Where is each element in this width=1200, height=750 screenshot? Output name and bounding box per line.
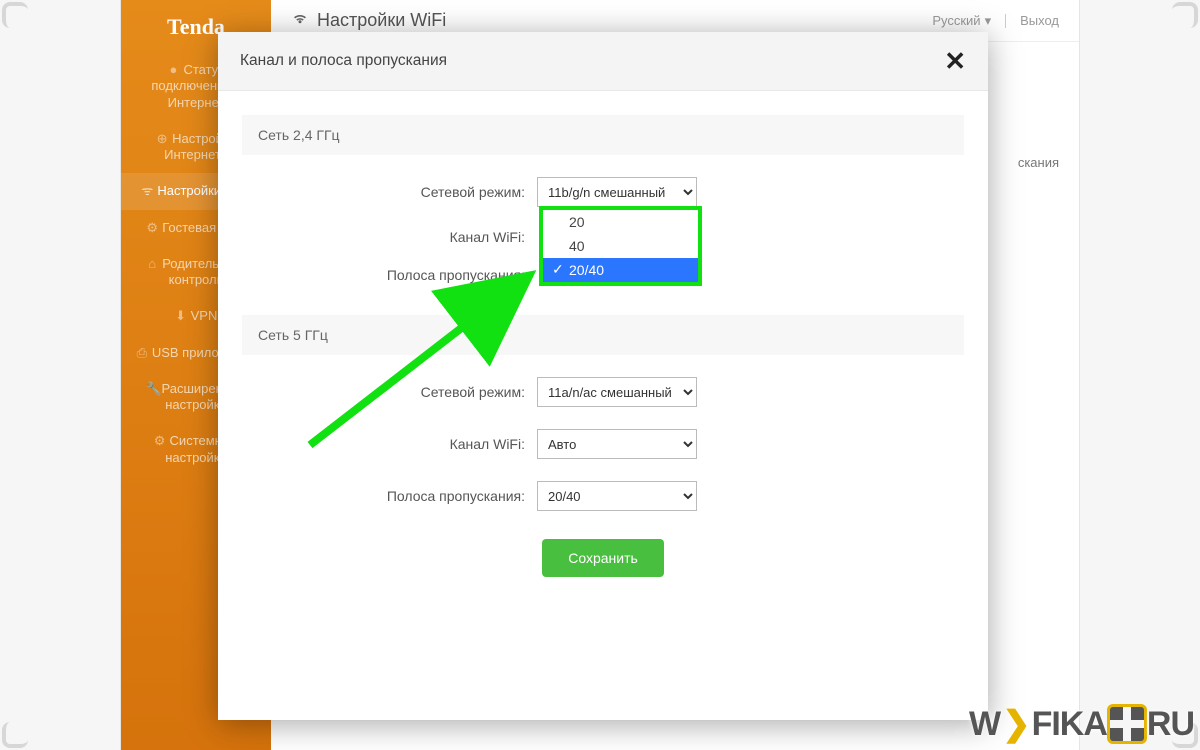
watermark: W❯FIKA RU — [969, 704, 1194, 744]
channel-bandwidth-modal: Канал и полоса пропускания ✕ Сеть 2,4 ГГ… — [218, 32, 988, 720]
language-selector[interactable]: Русский ▾ — [932, 13, 991, 29]
label-width-24: Полоса пропускания: — [242, 267, 537, 283]
label-width-5: Полоса пропускания: — [242, 488, 537, 504]
bandwidth-dropdown-open[interactable]: 204020/40 — [539, 206, 702, 286]
sidebar-icon: ⚙ — [146, 220, 158, 236]
dropdown-option[interactable]: 20 — [543, 210, 698, 234]
select-channel-5[interactable]: Авто — [537, 429, 697, 459]
row-mode-24: Сетевой режим: 11b/g/n смешанный — [242, 177, 964, 207]
label-mode-24: Сетевой режим: — [242, 184, 537, 200]
sidebar-icon: ⊕ — [156, 131, 168, 147]
label-channel-5: Канал WiFi: — [242, 436, 537, 452]
sidebar-icon: 🔧 — [145, 381, 157, 397]
dropdown-option[interactable]: 20/40 — [543, 258, 698, 282]
sidebar-icon: ● — [167, 62, 179, 78]
section-header-5ghz: Сеть 5 ГГц — [242, 315, 964, 355]
chevron-down-icon: ▾ — [985, 13, 992, 29]
sidebar-icon: ⬇ — [175, 308, 187, 324]
logout-link[interactable]: Выход — [1020, 13, 1059, 28]
page-title: Настройки WiFi — [317, 10, 446, 31]
sidebar-icon: ⌂ — [146, 256, 158, 272]
save-button[interactable]: Сохранить — [542, 539, 664, 577]
label-channel-24: Канал WiFi: — [242, 229, 537, 245]
dropdown-option[interactable]: 40 — [543, 234, 698, 258]
sidebar-item-label: VPN — [191, 308, 218, 323]
label-mode-5: Сетевой режим: — [242, 384, 537, 400]
sidebar-icon: ᯤ — [141, 183, 153, 199]
row-width-5: Полоса пропускания: 20/40 — [242, 481, 964, 511]
wifi-icon — [291, 9, 309, 32]
language-label: Русский — [932, 13, 980, 28]
divider — [1005, 14, 1006, 28]
sidebar-icon: ⎙ — [136, 345, 148, 361]
close-icon[interactable]: ✕ — [944, 48, 966, 74]
background-text-fragment: скания — [1018, 155, 1059, 170]
select-width-5[interactable]: 20/40 — [537, 481, 697, 511]
row-mode-5: Сетевой режим: 11a/n/ac смешанный — [242, 377, 964, 407]
select-mode-24[interactable]: 11b/g/n смешанный — [537, 177, 697, 207]
section-header-24ghz: Сеть 2,4 ГГц — [242, 115, 964, 155]
sidebar-icon: ⚙ — [154, 433, 166, 449]
qr-icon — [1109, 706, 1145, 742]
modal-title: Канал и полоса пропускания — [240, 52, 447, 70]
select-mode-5[interactable]: 11a/n/ac смешанный — [537, 377, 697, 407]
modal-header: Канал и полоса пропускания ✕ — [218, 32, 988, 91]
row-channel-5: Канал WiFi: Авто — [242, 429, 964, 459]
